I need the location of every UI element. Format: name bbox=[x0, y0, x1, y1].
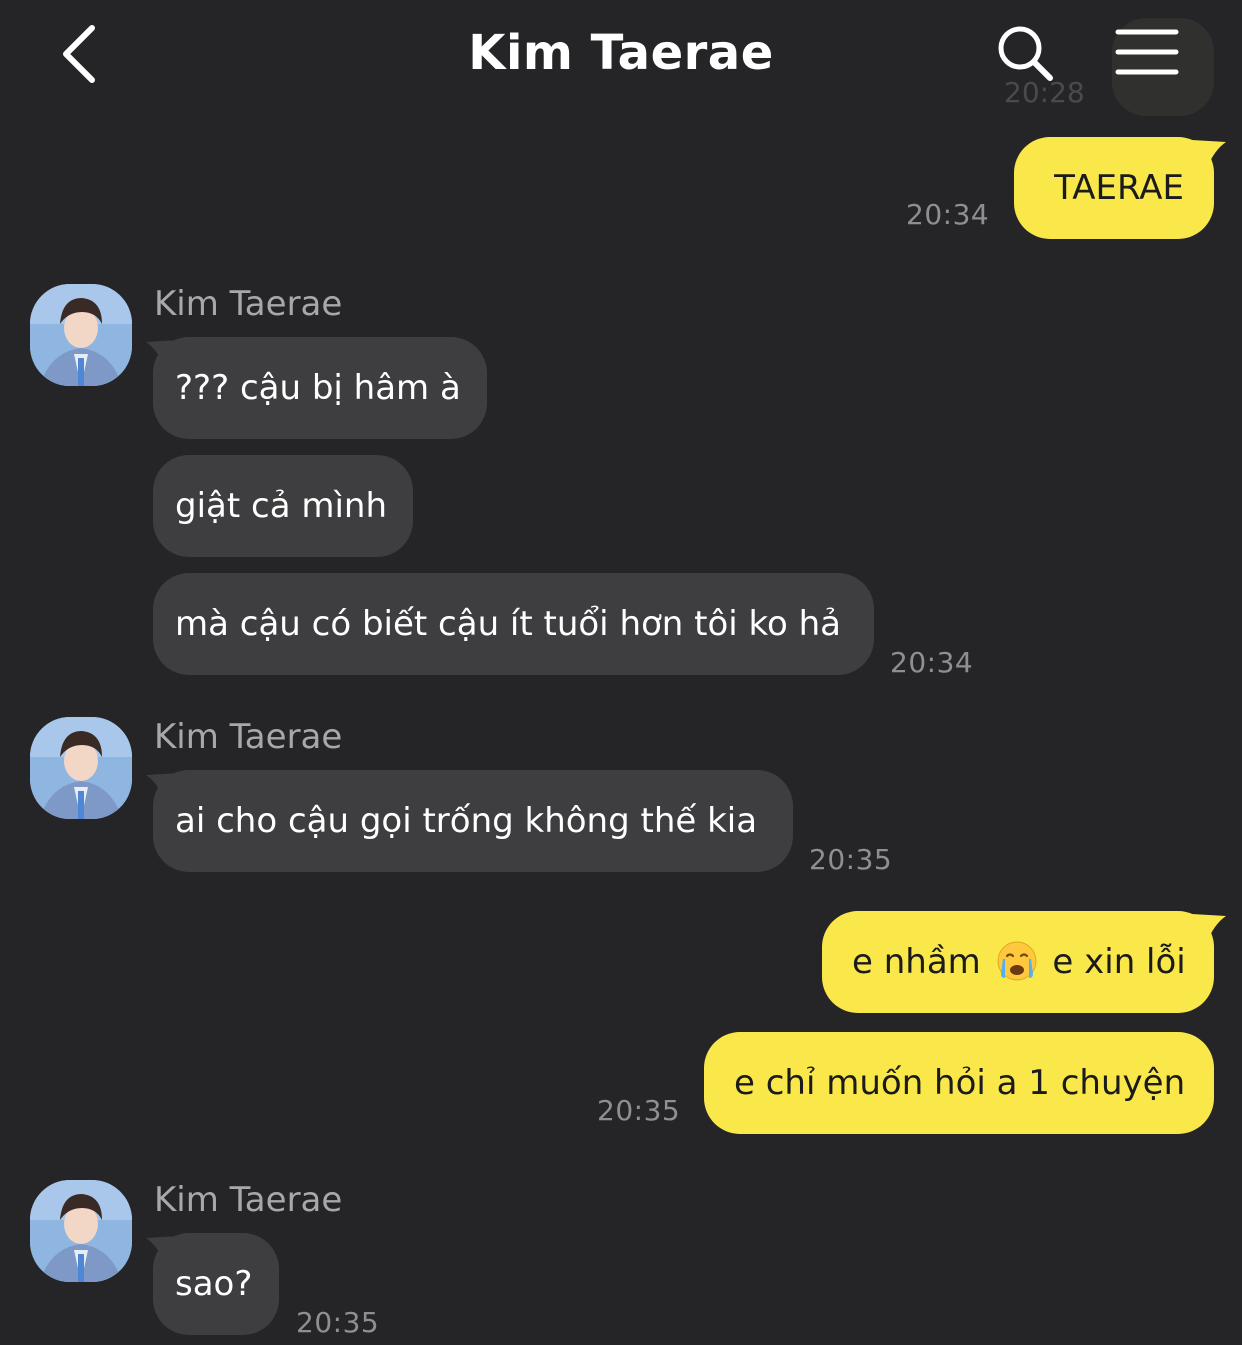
incoming-message-bubble[interactable]: mà cậu có biết cậu ít tuổi hơn tôi ko hả bbox=[153, 573, 874, 675]
message-text: e chỉ muốn hỏi a 1 chuyện bbox=[734, 1063, 1186, 1103]
message-time: 20:34 bbox=[906, 198, 990, 231]
message-time: 20:35 bbox=[296, 1306, 380, 1339]
message-text: giật cả mình bbox=[175, 486, 388, 526]
message-time: 20:35 bbox=[597, 1094, 681, 1127]
message-time: 20:35 bbox=[809, 843, 893, 876]
profile-photo bbox=[30, 1180, 132, 1282]
outgoing-message-bubble[interactable]: TAERAE bbox=[1014, 137, 1214, 239]
chat-header: Kim Taerae bbox=[0, 0, 1242, 110]
incoming-message-bubble[interactable]: ??? cậu bị hâm à bbox=[153, 337, 487, 439]
profile-photo bbox=[30, 717, 132, 819]
incoming-message-bubble[interactable]: ai cho cậu gọi trống không thế kia bbox=[153, 770, 793, 872]
sender-name: Kim Taerae bbox=[154, 284, 343, 324]
avatar[interactable] bbox=[30, 1180, 132, 1282]
message-text: ai cho cậu gọi trống không thế kia bbox=[175, 801, 758, 841]
menu-icon bbox=[1115, 29, 1179, 75]
sender-name: Kim Taerae bbox=[154, 1180, 343, 1220]
message-text: sao? bbox=[175, 1264, 253, 1304]
incoming-message-bubble[interactable]: sao? bbox=[153, 1233, 279, 1335]
menu-button[interactable] bbox=[1112, 24, 1182, 82]
avatar[interactable] bbox=[30, 284, 132, 386]
outgoing-message-bubble[interactable]: e nhầm e xin lỗi bbox=[822, 911, 1214, 1013]
chat-screen: 20:28 Kim Taerae 20:34 TAERAE Kim Taerae… bbox=[0, 0, 1242, 1345]
message-text: ??? cậu bị hâm à bbox=[175, 368, 461, 408]
message-time: 20:34 bbox=[890, 646, 974, 679]
message-text: TAERAE bbox=[1054, 168, 1184, 208]
incoming-message-bubble[interactable]: giật cả mình bbox=[153, 455, 413, 557]
outgoing-message-bubble[interactable]: e chỉ muốn hỏi a 1 chuyện bbox=[704, 1032, 1214, 1134]
message-text: e nhầm bbox=[852, 942, 981, 982]
profile-photo bbox=[30, 284, 132, 386]
search-icon bbox=[998, 26, 1053, 81]
message-text: mà cậu có biết cậu ít tuổi hơn tôi ko hả bbox=[175, 604, 842, 644]
search-button[interactable] bbox=[994, 22, 1058, 86]
crying-face-emoji bbox=[997, 941, 1037, 980]
sender-name: Kim Taerae bbox=[154, 717, 343, 757]
message-text: e xin lỗi bbox=[1052, 942, 1186, 982]
avatar[interactable] bbox=[30, 717, 132, 819]
